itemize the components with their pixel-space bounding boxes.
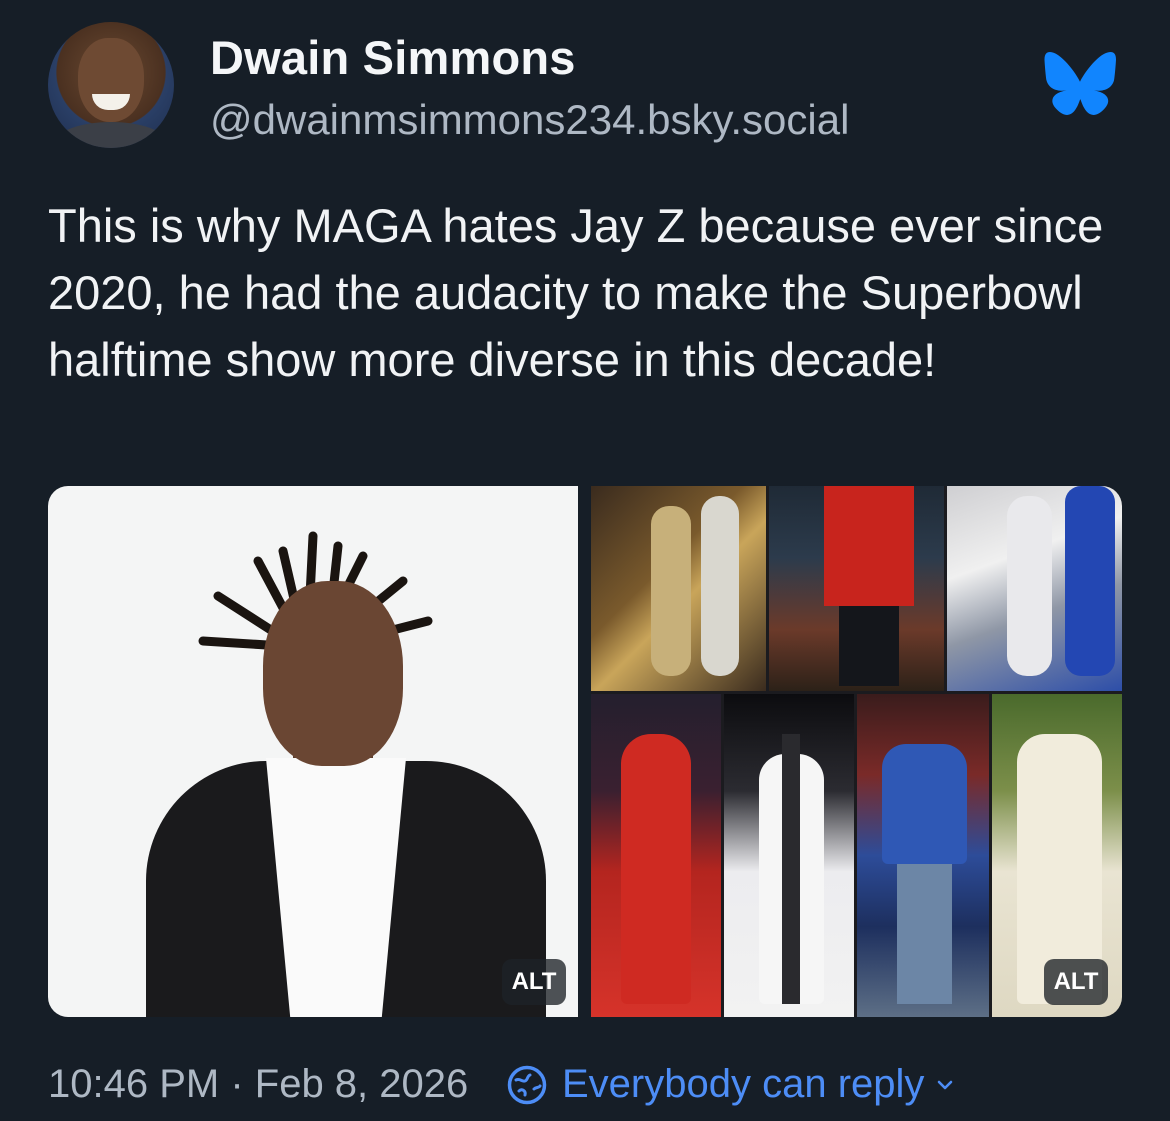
globe-icon xyxy=(507,1065,547,1104)
user-handle[interactable]: @dwainmsimmons234.bsky.social xyxy=(210,96,849,144)
jay-z-photo[interactable]: ALT xyxy=(48,486,578,1017)
media-gallery: ALT ALT xyxy=(48,486,1122,1017)
alt-badge[interactable]: ALT xyxy=(1044,959,1108,1005)
reply-setting-label: Everybody can reply xyxy=(562,1062,925,1106)
bluesky-butterfly-icon xyxy=(1044,52,1116,115)
display-name[interactable]: Dwain Simmons xyxy=(210,30,576,85)
collage-tile xyxy=(591,694,721,1017)
avatar-shirt xyxy=(56,122,166,148)
collage-tile xyxy=(591,486,766,691)
avatar[interactable] xyxy=(48,22,174,148)
post-text: This is why MAGA hates Jay Z because eve… xyxy=(48,199,1104,386)
chevron-down-icon xyxy=(938,1080,953,1089)
alt-badge[interactable]: ALT xyxy=(502,959,566,1005)
shirt-shape xyxy=(266,758,406,1017)
reply-setting-button[interactable]: Everybody can reply xyxy=(506,1062,956,1107)
halftime-collage[interactable]: ALT xyxy=(591,486,1122,1017)
collage-tile xyxy=(947,486,1122,691)
collage-tile xyxy=(857,694,989,1017)
post-card: Dwain Simmons @dwainmsimmons234.bsky.soc… xyxy=(0,0,1170,1121)
post-timestamp[interactable]: 10:46 PM · Feb 8, 2026 xyxy=(48,1062,468,1107)
collage-tile xyxy=(724,694,854,1017)
head-shape xyxy=(263,581,403,766)
collage-tile xyxy=(769,486,944,691)
